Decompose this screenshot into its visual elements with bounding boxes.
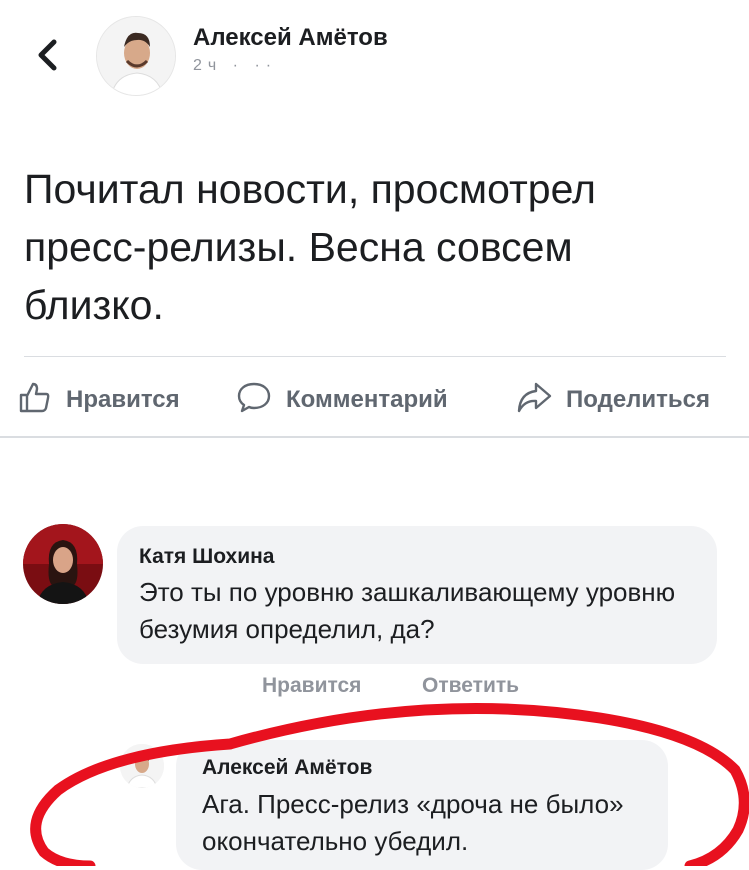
comment-author[interactable]: Катя Шохина <box>139 545 275 569</box>
like-label: Нравится <box>66 386 180 413</box>
share-icon <box>516 380 566 421</box>
author-avatar[interactable] <box>96 16 176 96</box>
post-timestamp: 2ч · ·· <box>193 57 278 71</box>
back-icon[interactable] <box>32 38 64 72</box>
comment-reply-link[interactable]: Ответить <box>422 674 519 698</box>
share-label: Поделиться <box>566 386 711 413</box>
author-name[interactable]: Алексей Амётов <box>193 24 388 52</box>
comment-bubble: Катя Шохина Это ты по уровню зашкаливающ… <box>117 526 717 664</box>
share-button[interactable]: Поделиться <box>516 380 710 420</box>
reply-bubble: Алексей Амётов Ага. Пресс-релиз «дроча н… <box>176 740 668 870</box>
comment-button[interactable]: Комментарий <box>236 380 448 420</box>
post-text: Почитал новости, просмотрел пресс-релизы… <box>24 166 596 328</box>
comment-label: Комментарий <box>286 386 448 413</box>
highlight-circle <box>30 702 749 866</box>
like-button[interactable]: Нравится <box>18 380 180 420</box>
divider <box>24 356 726 357</box>
comment-like-link[interactable]: Нравится <box>262 674 361 698</box>
reply-author-avatar[interactable] <box>120 744 164 788</box>
commenter-avatar[interactable] <box>23 524 103 604</box>
thumbs-up-icon <box>18 380 66 421</box>
comment-text: Это ты по уровню зашкаливающему уровню б… <box>139 577 676 644</box>
comment-icon <box>236 380 286 421</box>
reply-author[interactable]: Алексей Амётов <box>202 756 372 780</box>
reply-text: Ага. Пресс-релиз «дроча не было» окончат… <box>202 789 624 856</box>
divider <box>0 436 749 438</box>
